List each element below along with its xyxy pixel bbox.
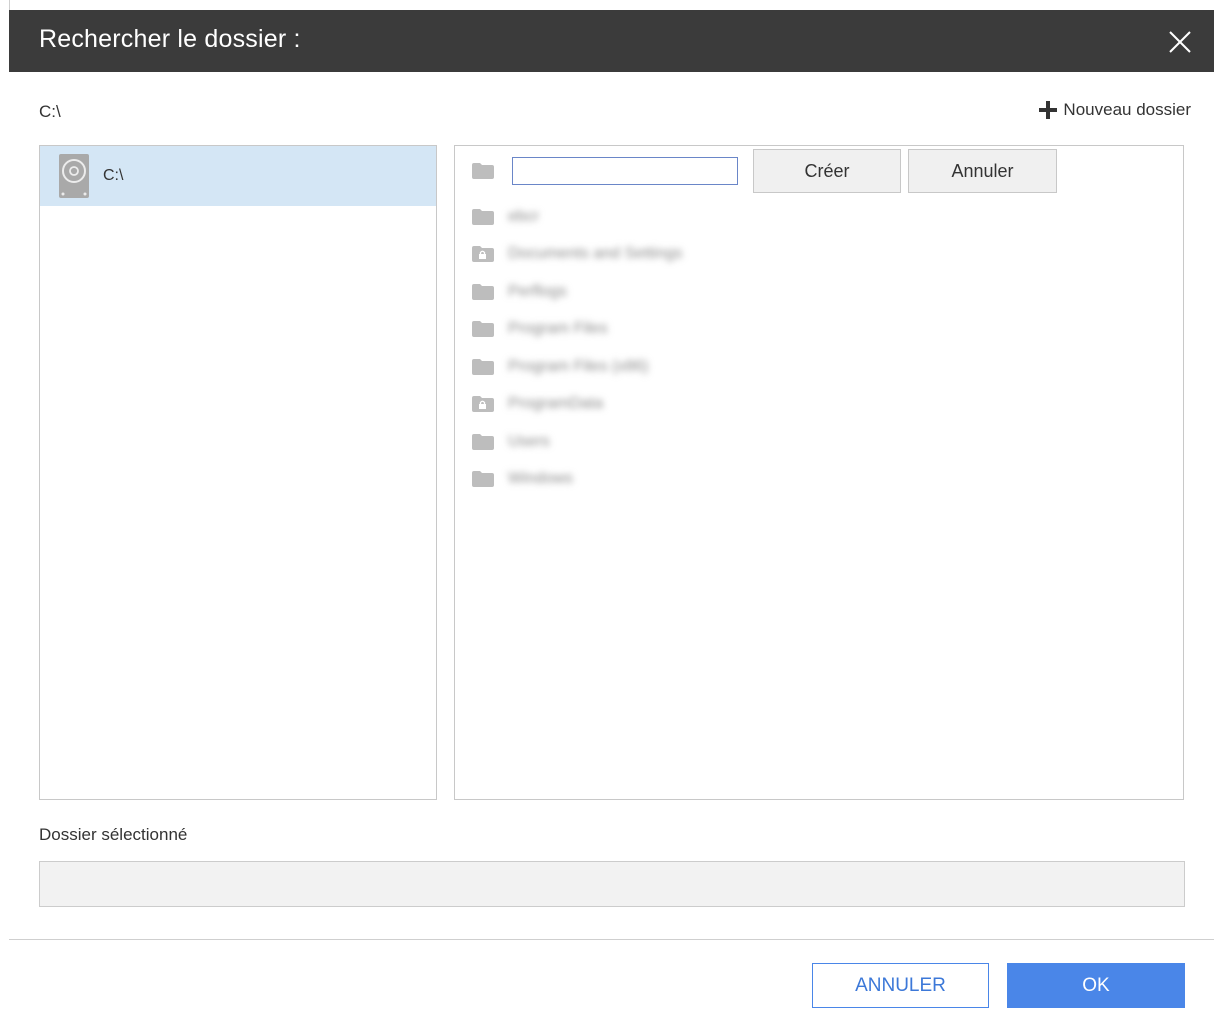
- folder-icon: [472, 208, 494, 225]
- selected-folder-field: [39, 861, 1185, 907]
- folder-icon: [472, 321, 494, 338]
- folder-name: ebcr: [508, 207, 540, 225]
- list-item[interactable]: Perflogs: [472, 273, 682, 311]
- folder-icon: [472, 433, 494, 450]
- list-item[interactable]: Program Files: [472, 311, 682, 349]
- tree-item-drive[interactable]: C:\: [40, 146, 436, 206]
- folder-name: ProgramData: [508, 395, 604, 413]
- locked-folder-icon: [472, 396, 494, 413]
- current-path: C:\: [39, 102, 61, 121]
- folder-icon: [472, 163, 494, 179]
- folder-name: Program Files: [508, 320, 608, 338]
- folder-name: Users: [508, 432, 550, 450]
- hard-drive-icon: [59, 154, 89, 198]
- list-item[interactable]: Program Files (x86): [472, 348, 682, 386]
- selected-folder-label: Dossier sélectionné: [39, 825, 188, 844]
- list-item[interactable]: Windows: [472, 461, 682, 499]
- tree-item-label: C:\: [103, 167, 124, 184]
- new-folder-label: Nouveau dossier: [1063, 100, 1191, 119]
- folder-list-panel: Créer Annuler ebcr Documents and Setting…: [454, 145, 1184, 800]
- list-item[interactable]: Documents and Settings: [472, 236, 682, 274]
- dialog-title: Rechercher le dossier :: [39, 25, 301, 53]
- list-item[interactable]: ebcr: [472, 198, 682, 236]
- close-icon[interactable]: [1164, 26, 1196, 58]
- folder-name: Documents and Settings: [508, 245, 683, 263]
- folder-list: ebcr Documents and Settings Perflogs Pro…: [472, 198, 682, 498]
- list-item[interactable]: Users: [472, 423, 682, 461]
- new-folder-row: Créer Annuler: [472, 148, 1057, 194]
- locked-folder-icon: [472, 246, 494, 263]
- folder-name: Perflogs: [508, 282, 567, 300]
- folder-icon: [472, 283, 494, 300]
- dialog-titlebar: Rechercher le dossier :: [9, 10, 1214, 72]
- browse-folder-dialog: Rechercher le dossier : C:\ Nouveau doss…: [9, 10, 1214, 1023]
- footer-divider: [9, 939, 1214, 940]
- list-item[interactable]: ProgramData: [472, 386, 682, 424]
- create-folder-button[interactable]: Créer: [753, 149, 901, 193]
- cancel-button[interactable]: ANNULER: [812, 963, 989, 1008]
- ok-button[interactable]: OK: [1007, 963, 1185, 1008]
- new-folder-button[interactable]: Nouveau dossier: [1039, 100, 1191, 120]
- folder-name: Windows: [508, 470, 573, 488]
- folder-tree: C:\: [39, 145, 437, 800]
- new-folder-name-input[interactable]: [512, 157, 738, 185]
- folder-icon: [472, 471, 494, 488]
- cancel-new-folder-button[interactable]: Annuler: [908, 149, 1057, 193]
- folder-name: Program Files (x86): [508, 357, 649, 375]
- folder-icon: [472, 358, 494, 375]
- plus-icon: [1039, 101, 1058, 119]
